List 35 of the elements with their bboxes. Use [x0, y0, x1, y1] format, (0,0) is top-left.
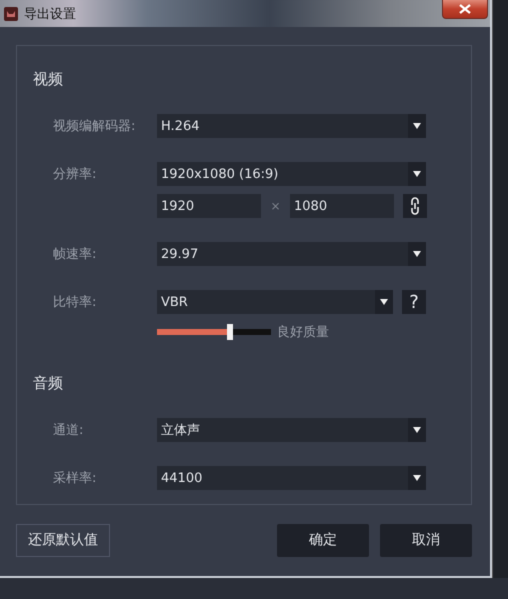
field-label: 比特率:	[53, 294, 98, 311]
close-button[interactable]	[442, 0, 488, 19]
width-field[interactable]: 1920	[157, 194, 261, 218]
window-title: 导出设置	[24, 6, 76, 22]
times-sign: ×	[269, 199, 282, 213]
quality-reading: 良好质量	[277, 324, 329, 341]
dropdown[interactable]: 29.97	[157, 242, 426, 266]
caret-icon	[413, 251, 421, 257]
field-label: 通道:	[53, 422, 84, 439]
dropdown[interactable]: 44100	[157, 466, 426, 490]
field-label: 视频编解码器:	[53, 118, 136, 135]
section-heading: 视频	[33, 69, 64, 90]
section-heading: 音频	[33, 373, 64, 394]
caret-icon	[413, 123, 421, 129]
caret-icon	[413, 475, 421, 481]
field-label: 帧速率:	[53, 246, 98, 263]
dropdown[interactable]: 1920x1080 (16:9)	[157, 162, 426, 186]
field-label: 采样率:	[53, 470, 98, 487]
cancel-button[interactable]: 取消	[380, 524, 472, 556]
dropdown[interactable]: 立体声	[157, 418, 426, 442]
reset-defaults-button[interactable]: 还原默认值	[16, 524, 110, 556]
slider-thumb[interactable]	[226, 324, 233, 340]
dropdown[interactable]: H.264	[157, 114, 426, 138]
caret-icon	[380, 299, 388, 305]
field-label: 分辨率:	[53, 166, 98, 183]
height-field[interactable]: 1080	[290, 194, 394, 218]
help-button[interactable]: ?	[402, 290, 426, 314]
ok-button[interactable]: 确定	[277, 524, 369, 556]
chain-link-icon	[410, 197, 420, 215]
dropdown[interactable]: VBR	[157, 290, 393, 314]
app-icon	[4, 6, 18, 20]
caret-icon	[413, 427, 421, 433]
link-button[interactable]	[403, 194, 427, 218]
close-icon	[459, 4, 471, 14]
caret-icon	[413, 171, 421, 177]
